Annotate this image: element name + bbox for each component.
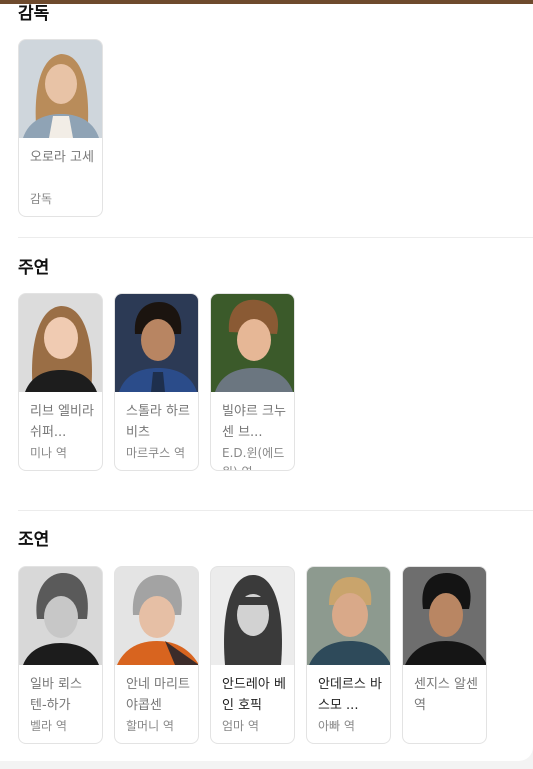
person-name: 스톨라 하르비츠 bbox=[126, 404, 190, 440]
person-name: 리브 엘비라 쉬퍼... bbox=[30, 404, 94, 440]
person-name: 안데르스 바스모 ... bbox=[318, 677, 382, 713]
person-card[interactable]: 빌야르 크누센 브... E.D.윈(에드윈) 역 bbox=[210, 293, 295, 471]
section-divider bbox=[18, 510, 533, 511]
person-card[interactable]: 안드레아 베인 호픽 엄마 역 bbox=[210, 566, 295, 744]
person-role: E.D.윈(에드윈) 역 bbox=[222, 446, 285, 470]
woman-bw-photo bbox=[19, 567, 102, 665]
cast-crew-panel: 감독 오로라 고세 감독 주연 리브 엘비라 쉬퍼... 미나 역 스톨라 하르… bbox=[0, 4, 533, 761]
girl-photo bbox=[19, 294, 102, 392]
person-name: 안네 마리트 야콥센 bbox=[126, 677, 190, 713]
man-photo bbox=[307, 567, 390, 665]
person-card[interactable]: 일바 뢰스텐-하가 벨라 역 bbox=[18, 566, 103, 744]
person-name: 빌야르 크누센 브... bbox=[222, 404, 286, 440]
director-photo bbox=[19, 40, 102, 138]
person-role: 엄마 역 bbox=[222, 719, 259, 733]
person-role: 감독 bbox=[30, 192, 53, 206]
person-role: 할머니 역 bbox=[126, 719, 174, 733]
person-card[interactable]: 안네 마리트 야콥센 할머니 역 bbox=[114, 566, 199, 744]
grandmother-photo bbox=[115, 567, 198, 665]
supporting-cast-row: 일바 뢰스텐-하가 벨라 역 안네 마리트 야콥센 할머니 역 안드레아 베인 … bbox=[18, 566, 533, 766]
person-role: 아빠 역 bbox=[318, 719, 355, 733]
section-divider bbox=[18, 237, 533, 238]
man-photo bbox=[403, 567, 486, 665]
woman-bw-photo bbox=[211, 567, 294, 665]
person-name: 오로라 고세 bbox=[30, 150, 94, 165]
section-title-director: 감독 bbox=[18, 4, 50, 24]
person-card[interactable]: 리브 엘비라 쉬퍼... 미나 역 bbox=[18, 293, 103, 471]
person-card[interactable]: 안데르스 바스모 ... 아빠 역 bbox=[306, 566, 391, 744]
person-role: 미나 역 bbox=[30, 446, 67, 460]
person-card[interactable]: 스톨라 하르비츠 마르쿠스 역 bbox=[114, 293, 199, 471]
person-name: 안드레아 베인 호픽 bbox=[222, 677, 286, 713]
person-name: 일바 뢰스텐-하가 bbox=[30, 677, 82, 713]
boy-photo bbox=[115, 294, 198, 392]
boy-photo bbox=[211, 294, 294, 392]
person-role: 벨라 역 bbox=[30, 719, 67, 733]
main-cast-row: 리브 엘비라 쉬퍼... 미나 역 스톨라 하르비츠 마르쿠스 역 빌야르 크누… bbox=[18, 293, 318, 493]
person-card-director[interactable]: 오로라 고세 감독 bbox=[18, 39, 103, 217]
person-role: 마르쿠스 역 bbox=[126, 446, 186, 460]
section-title-main-cast: 주연 bbox=[18, 258, 50, 278]
section-title-supporting-cast: 조연 bbox=[18, 530, 50, 550]
person-name: 센지스 알센 역 bbox=[414, 677, 478, 713]
person-card[interactable]: 센지스 알센 역 bbox=[402, 566, 487, 744]
